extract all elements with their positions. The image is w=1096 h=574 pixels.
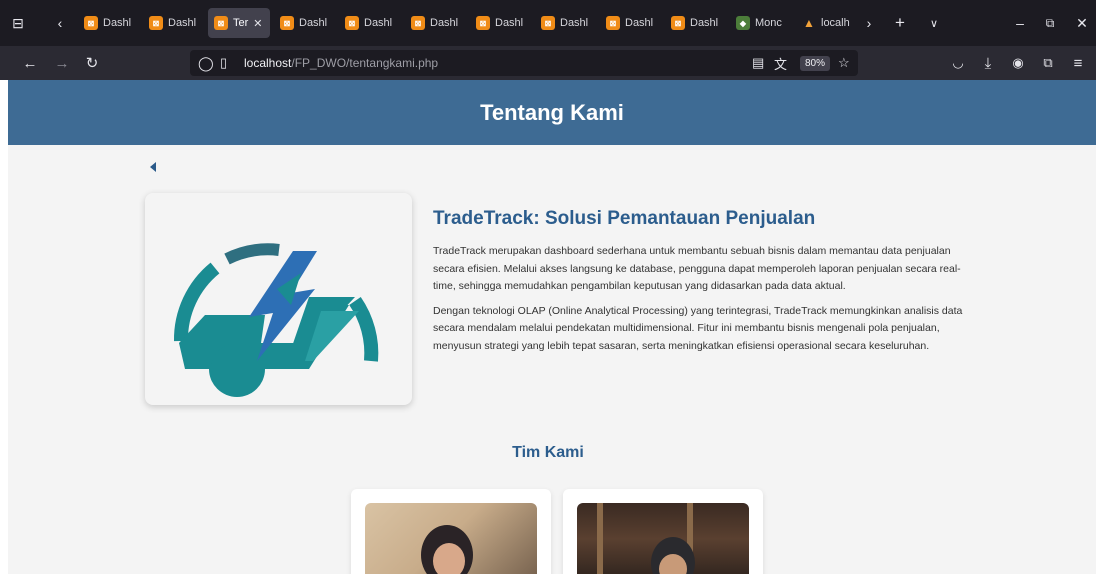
tab-dashboard-1[interactable]: ⊠ Dashl — [78, 8, 140, 38]
minimize-icon[interactable]: – — [1010, 0, 1030, 46]
close-window-icon[interactable]: ✕ — [1072, 0, 1092, 46]
tab-label: localh — [821, 17, 850, 29]
reload-icon[interactable]: ↻ — [82, 46, 102, 80]
xampp-icon: ⊠ — [280, 16, 294, 30]
new-tab-icon[interactable]: + — [890, 0, 910, 46]
page-viewport: Tentang Kami TradeTrack: Solusi Pemantau… — [8, 80, 1096, 574]
tab-list-icon[interactable]: ⊟ — [8, 0, 28, 46]
chevron-down-icon[interactable]: ∨ — [924, 0, 944, 46]
tab-bar: ⊟ ‹ ⊠ Dashl ⊠ Dashl ⊠ Ter ✕ ⊠ Dashl ⊠ Da… — [0, 0, 1096, 46]
xampp-icon: ⊠ — [411, 16, 425, 30]
gauge-arc-right — [349, 297, 379, 362]
tab-label: Dashl — [168, 17, 197, 29]
tab-label: Monc — [755, 17, 782, 29]
tab-localhost[interactable]: ▲ localh — [796, 8, 856, 38]
team-member-photo — [365, 503, 537, 574]
tab-label: Dashl — [560, 17, 589, 29]
team-member-card — [563, 489, 763, 574]
url-text[interactable]: localhost/FP_DWO/tentangkami.php — [244, 56, 438, 70]
restore-icon[interactable]: ⧉ — [1040, 0, 1060, 46]
tab-label: Dashl — [625, 17, 654, 29]
back-caret-icon[interactable] — [148, 160, 162, 174]
car-wheel-shape — [211, 343, 263, 395]
tab-label: Dashl — [299, 17, 328, 29]
download-icon[interactable]: ⤓ — [978, 46, 998, 80]
pocket-icon[interactable]: ◡ — [948, 46, 968, 80]
about-section: TradeTrack: Solusi Pemantauan Penjualan … — [433, 208, 968, 362]
tab-label: Dashl — [430, 17, 459, 29]
person-silhouette-icon — [597, 503, 695, 574]
page-title: Tentang Kami — [480, 99, 624, 125]
tab-dashboard-9[interactable]: ⊠ Dashl — [665, 8, 727, 38]
tab-label: Ter — [233, 17, 249, 29]
about-heading: TradeTrack: Solusi Pemantauan Penjualan — [433, 208, 816, 229]
phpmyadmin-icon: ▲ — [803, 16, 815, 30]
back-arrow-icon[interactable]: ← — [20, 46, 40, 80]
tab-label: Dashl — [103, 17, 132, 29]
scroll-tabs-left-icon[interactable]: ‹ — [50, 0, 70, 46]
tab-label: Dashl — [364, 17, 393, 29]
tab-dashboard-4[interactable]: ⊠ Dashl — [339, 8, 401, 38]
tab-dashboard-2[interactable]: ⊠ Dashl — [143, 8, 205, 38]
xampp-icon: ⊠ — [345, 16, 359, 30]
logo-card — [145, 193, 412, 405]
account-icon[interactable]: ◉ — [1008, 46, 1028, 80]
tab-dashboard-6[interactable]: ⊠ Dashl — [470, 8, 532, 38]
xampp-icon: ⊠ — [149, 16, 163, 30]
page-info-icon[interactable]: ▯ — [220, 55, 227, 71]
mongodb-icon: ◆ — [736, 16, 750, 30]
tradetrack-logo — [173, 243, 379, 397]
page-header: Tentang Kami — [8, 80, 1096, 145]
reader-view-icon[interactable]: ▤ — [752, 50, 764, 76]
team-member-photo — [577, 503, 749, 574]
address-bar[interactable]: ◯ ▯ localhost/FP_DWO/tentangkami.php ▤ 文… — [190, 50, 858, 76]
shield-icon[interactable]: ◯ — [198, 55, 214, 72]
tab-dashboard-7[interactable]: ⊠ Dashl — [535, 8, 597, 38]
menu-icon[interactable]: ≡ — [1068, 46, 1088, 80]
about-paragraph-2: Dengan teknologi OLAP (Online Analytical… — [433, 304, 963, 352]
zoom-level[interactable]: 80% — [800, 50, 831, 76]
xampp-icon: ⊠ — [476, 16, 490, 30]
tab-dashboard-3[interactable]: ⊠ Dashl — [274, 8, 336, 38]
tab-tentang-kami[interactable]: ⊠ Ter ✕ — [208, 8, 270, 38]
tab-label: Dashl — [495, 17, 524, 29]
bookmark-star-icon[interactable]: ☆ — [838, 50, 850, 76]
tab-label: Dashl — [690, 17, 719, 29]
tab-mongodb[interactable]: ◆ Monc — [730, 8, 792, 38]
xampp-icon: ⊠ — [541, 16, 555, 30]
translate-icon[interactable]: 文 — [774, 50, 787, 76]
navigation-bar: ← → ↻ ◯ ▯ localhost/FP_DWO/tentangkami.p… — [0, 46, 1096, 80]
scroll-tabs-right-icon[interactable]: › — [860, 0, 878, 46]
tab-dashboard-5[interactable]: ⊠ Dashl — [405, 8, 467, 38]
xampp-icon: ⊠ — [671, 16, 685, 30]
team-member-card — [351, 489, 551, 574]
forward-arrow-icon[interactable]: → — [52, 46, 72, 80]
xampp-icon: ⊠ — [84, 16, 98, 30]
gauge-arc-top — [224, 243, 280, 265]
tab-dashboard-8[interactable]: ⊠ Dashl — [600, 8, 662, 38]
xampp-icon: ⊠ — [606, 16, 620, 30]
person-silhouette-icon — [421, 525, 473, 574]
close-tab-icon[interactable]: ✕ — [253, 17, 262, 30]
extensions-icon[interactable]: ⧉ — [1038, 46, 1058, 80]
xampp-icon: ⊠ — [214, 16, 228, 30]
about-paragraph-1: TradeTrack merupakan dashboard sederhana… — [433, 245, 961, 292]
team-title: Tim Kami — [512, 444, 584, 461]
